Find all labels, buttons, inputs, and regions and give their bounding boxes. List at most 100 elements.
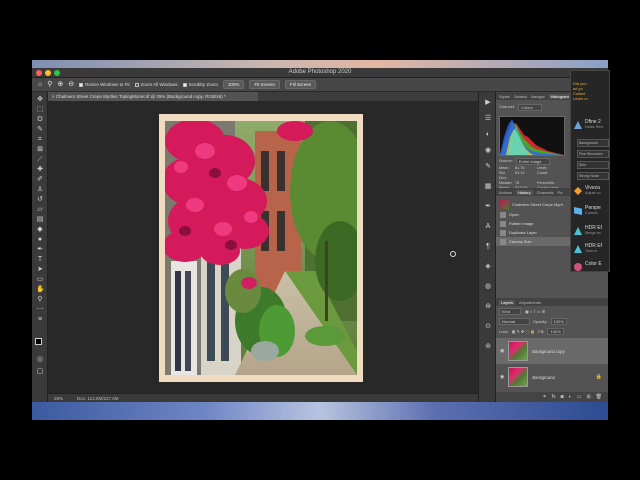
histogram-plot — [500, 119, 564, 155]
dodge-tool-icon[interactable]: ● — [36, 236, 44, 244]
history-brush-tool-icon[interactable]: ↺ — [36, 196, 44, 204]
trash-icon[interactable]: 🗑 — [596, 394, 602, 400]
brush-settings-icon[interactable]: ✎ — [483, 162, 493, 172]
crop-tool-icon[interactable]: ⌗ — [36, 136, 44, 144]
adjustment-layer-icon[interactable]: ◐ — [569, 394, 572, 400]
type-tool-icon[interactable]: T — [36, 256, 44, 264]
plugin-icon-3[interactable]: ⊛ — [483, 302, 493, 312]
channel-select[interactable]: Colors — [518, 104, 542, 111]
tab-swatches[interactable]: Swatch — [514, 94, 527, 99]
clone-stamp-tool-icon[interactable]: ♙ — [36, 186, 44, 194]
zoom-cursor-icon — [450, 251, 456, 257]
eraser-tool-icon[interactable]: ▱ — [36, 206, 44, 214]
zoom-out-icon[interactable]: ⊖ — [68, 81, 74, 88]
document-tab[interactable]: × Chalmers Street Crepe Myrtles ToplogMo… — [48, 92, 258, 101]
fill-screen-button[interactable]: Fill Screen — [284, 80, 317, 89]
fx-icon[interactable]: fx — [552, 394, 556, 400]
dfine-option[interactable]: Skin — [577, 161, 609, 169]
plugin-icon-1[interactable]: ◈ — [483, 262, 493, 272]
tab-actions[interactable]: Actions — [499, 190, 512, 195]
gradient-tool-icon[interactable]: ▤ — [36, 216, 44, 224]
panel-icon-1[interactable]: ▶ — [483, 98, 493, 108]
tab-styles[interactable]: Styles — [499, 94, 510, 99]
zoom-level[interactable]: 25% — [54, 396, 63, 401]
plugin-hdr-efex-tone[interactable]: HDR Ef Tone m — [573, 243, 609, 261]
zoom-tool-icon[interactable]: ⚲ — [47, 81, 52, 88]
layer-row-background[interactable]: ◉ Background 🔒 — [496, 364, 608, 390]
fill-input[interactable]: 100% — [547, 328, 564, 335]
home-icon[interactable]: ⌂ — [38, 81, 42, 88]
source-select[interactable]: Entire Image — [515, 158, 551, 165]
visibility-eye-icon[interactable]: ◉ — [500, 374, 504, 380]
blend-mode-select[interactable]: Normal — [499, 318, 530, 325]
new-layer-icon[interactable]: ⊞ — [586, 394, 590, 400]
quick-select-tool-icon[interactable]: ✎ — [36, 126, 44, 134]
dfine-option[interactable]: Fine Structures — [577, 150, 609, 158]
layer-row-background-copy[interactable]: ◉ Background copy — [496, 338, 608, 364]
lasso-tool-icon[interactable]: ʘ — [36, 116, 44, 124]
link-layers-icon[interactable]: ⚭ — [543, 394, 547, 400]
plugin-perspective[interactable]: Perspe Correct — [573, 205, 609, 223]
tab-channels[interactable]: Channels — [537, 190, 554, 195]
resize-windows-checkbox[interactable]: Resize Windows to Fit — [79, 82, 130, 87]
plugin-icon-5[interactable]: ⊚ — [483, 342, 493, 352]
group-icon[interactable]: ▭ — [577, 394, 582, 400]
zoom-in-icon[interactable]: ⊕ — [57, 81, 63, 88]
color-icon[interactable]: ◉ — [483, 146, 493, 156]
libraries-icon[interactable]: ▦ — [483, 182, 493, 192]
plugin-icon-4[interactable]: ⊙ — [483, 322, 493, 332]
properties-icon[interactable]: ☰ — [483, 114, 493, 124]
pen-tool-icon[interactable]: ✒ — [36, 246, 44, 254]
marquee-tool-icon[interactable]: ⬚ — [36, 106, 44, 114]
foreground-color[interactable] — [35, 338, 42, 345]
document-canvas[interactable] — [159, 114, 363, 382]
add-mask-icon[interactable]: ◙ — [561, 394, 564, 400]
lock-icon[interactable]: 🔒 — [596, 374, 602, 380]
hand-tool-icon[interactable]: ✋ — [36, 286, 45, 294]
tab-paths[interactable]: Pa — [557, 190, 562, 195]
painting-image — [165, 121, 357, 375]
dfine-option[interactable]: Strong Noise — [577, 172, 609, 180]
layer-kind-filter[interactable]: Kind — [499, 308, 522, 315]
desktop-wallpaper-bottom — [32, 402, 608, 420]
fit-screen-button[interactable]: Fit Screen — [249, 80, 280, 89]
layer-name: Background — [532, 374, 555, 380]
eyedropper-tool-icon[interactable]: ⟋ — [36, 156, 44, 164]
paths-icon[interactable]: ✒ — [483, 202, 493, 212]
painted-photo — [165, 121, 357, 375]
more-tools-icon[interactable]: ⋯ — [36, 306, 44, 314]
path-select-tool-icon[interactable]: ➤ — [36, 266, 44, 274]
tab-history[interactable]: History — [516, 189, 533, 195]
zoom-tool-icon[interactable]: ⚲ — [36, 296, 44, 304]
tab-navigator[interactable]: Navigat — [531, 94, 545, 99]
shape-tool-icon[interactable]: ▭ — [36, 276, 44, 284]
plugin-viveza[interactable]: Viveza Adjust co — [573, 185, 609, 203]
scrubby-zoom-checkbox[interactable]: Scrubby Zoom — [182, 82, 218, 87]
visibility-eye-icon[interactable]: ◉ — [500, 348, 504, 354]
zoom-100-button[interactable]: 100% — [222, 80, 245, 89]
healing-brush-tool-icon[interactable]: ✚ — [36, 166, 44, 174]
plugin-icon-2[interactable]: ◍ — [483, 282, 493, 292]
glyphs-icon[interactable]: A — [483, 222, 493, 232]
plugin-hdr-efex-merge[interactable]: HDR Ef Merge ex — [573, 225, 609, 243]
brush-tool-icon[interactable]: ✐ — [36, 176, 44, 184]
tab-histogram[interactable]: Histogram — [548, 93, 571, 99]
plugin-color-efex[interactable]: Color E — [573, 261, 609, 271]
frame-tool-icon[interactable]: ⊠ — [36, 146, 44, 154]
screen-mode-icon[interactable]: ▢ — [36, 368, 44, 376]
tab-layers[interactable]: Layers — [499, 299, 516, 305]
adjust-icon[interactable]: ◐ — [483, 130, 493, 140]
lock-icons[interactable]: ▦ ✎ ✥ ⬚ 🔒 — [512, 329, 536, 334]
dfine-option[interactable]: Background — [577, 139, 609, 147]
quick-mask-icon[interactable]: ◎ — [36, 356, 44, 364]
move-tool-icon[interactable]: ✥ — [36, 96, 44, 104]
plugin-dfine[interactable]: Dfine 2 Noise Red — [573, 119, 609, 137]
filter-icons[interactable]: ▣ ◐ T ▭ ⊞ — [525, 309, 545, 314]
blur-tool-icon[interactable]: ◆ — [36, 226, 44, 234]
tab-adjustments[interactable]: Adjustments — [519, 300, 541, 305]
edit-toolbar-icon[interactable]: ≡ — [36, 316, 44, 324]
zoom-all-windows-checkbox[interactable]: Zoom All Windows — [134, 82, 178, 87]
character-icon[interactable]: ¶ — [483, 242, 493, 252]
opacity-input[interactable]: 100% — [550, 318, 567, 325]
canvas-area[interactable] — [48, 101, 478, 393]
